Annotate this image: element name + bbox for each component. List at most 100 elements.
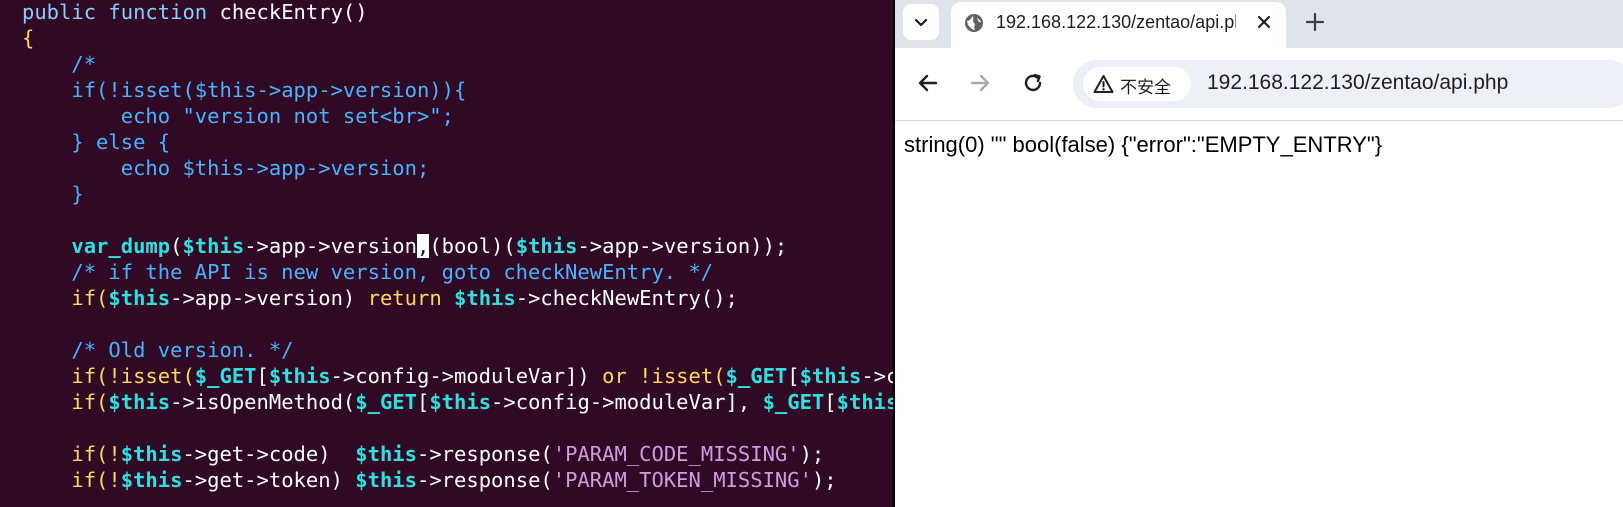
code-token: $this bbox=[120, 442, 183, 466]
plus-icon bbox=[1306, 13, 1324, 31]
code-token: } else { bbox=[22, 130, 171, 154]
code-token: $this bbox=[355, 468, 417, 492]
code-line: { bbox=[22, 25, 893, 51]
close-icon bbox=[1257, 15, 1271, 29]
code-token: or bbox=[602, 364, 640, 388]
code-token: public function bbox=[22, 0, 220, 24]
code-token: ->response( bbox=[416, 442, 553, 466]
forward-button[interactable] bbox=[962, 65, 998, 101]
code-token: /* Old version. */ bbox=[22, 338, 294, 362]
code-token: $this bbox=[355, 442, 417, 466]
code-line: if(!isset($_GET[$this->config->moduleVar… bbox=[22, 363, 893, 389]
code-token: [ bbox=[787, 364, 800, 388]
site-security-chip[interactable]: 不安全 bbox=[1083, 67, 1191, 101]
code-token: ->checkNewEntry(); bbox=[515, 286, 738, 310]
tab-strip: 192.168.122.130/zentao/api.php bbox=[895, 0, 1623, 50]
code-token: checkEntry() bbox=[219, 0, 368, 24]
text-cursor: , bbox=[416, 234, 430, 258]
code-token: { bbox=[22, 26, 35, 50]
code-token: $this bbox=[515, 234, 578, 258]
code-token: $this bbox=[182, 234, 245, 258]
code-token: ->get->token) bbox=[182, 468, 356, 492]
code-token: $_GET bbox=[355, 390, 417, 414]
code-token: $this bbox=[454, 286, 516, 310]
code-token: ); bbox=[811, 468, 837, 492]
code-token: $_GET bbox=[725, 364, 788, 388]
code-token: )){ bbox=[429, 78, 467, 102]
code-line: } else { bbox=[22, 129, 893, 155]
tab-close-button[interactable] bbox=[1251, 9, 1277, 35]
new-tab-button[interactable] bbox=[1299, 6, 1331, 38]
code-line: /* if the API is new version, goto check… bbox=[22, 259, 893, 285]
code-token: echo $this->app->version; bbox=[22, 156, 430, 180]
warning-icon bbox=[1093, 75, 1114, 93]
code-token: var_dump bbox=[71, 234, 171, 258]
tab-active[interactable]: 192.168.122.130/zentao/api.php bbox=[951, 2, 1286, 50]
code-token: ->response( bbox=[416, 468, 553, 492]
reload-icon bbox=[1024, 73, 1042, 92]
not-secure-label: 不安全 bbox=[1120, 78, 1171, 97]
code-token: if(! bbox=[22, 468, 121, 492]
code-token: if( bbox=[22, 390, 109, 414]
code-token: if(!isset( bbox=[22, 78, 195, 102]
code-line: if($this->isOpenMethod($_GET[$this->conf… bbox=[22, 389, 893, 415]
code-token: if(!isset( bbox=[22, 364, 195, 388]
code-token: return bbox=[367, 286, 455, 310]
chevron-down-icon bbox=[914, 18, 928, 27]
code-line: public function checkEntry() bbox=[22, 0, 893, 25]
arrow-left-icon bbox=[918, 74, 938, 92]
code-token: ); bbox=[799, 442, 825, 466]
back-button[interactable] bbox=[910, 65, 946, 101]
page-output-text: string(0) "" bool(false) {"error":"EMPTY… bbox=[904, 132, 1383, 157]
code-line: /* bbox=[22, 51, 893, 77]
code-token: [ bbox=[416, 390, 430, 414]
url-text[interactable]: 192.168.122.130/zentao/api.php bbox=[1207, 71, 1508, 95]
code-line: if(!$this->get->token) $this->response('… bbox=[22, 467, 893, 493]
code-token: (bool)( bbox=[429, 234, 516, 258]
code-token: $this bbox=[120, 468, 183, 492]
code-token: [ bbox=[256, 364, 269, 388]
code-token: ->get->code) bbox=[182, 442, 356, 466]
code-token: ( bbox=[170, 234, 183, 258]
tab-search-button[interactable] bbox=[903, 4, 939, 40]
browser-window: 192.168.122.130/zentao/api.php 不安全 192.1… bbox=[895, 0, 1623, 507]
code-line: if($this->app->version) return $this->ch… bbox=[22, 285, 893, 311]
code-token: ->config->moduleVar]) bbox=[330, 364, 603, 388]
browser-toolbar: 不安全 192.168.122.130/zentao/api.php bbox=[895, 48, 1623, 121]
code-token: $this bbox=[108, 390, 171, 414]
address-bar[interactable]: 不安全 192.168.122.130/zentao/api.php bbox=[1073, 60, 1623, 108]
code-token: if( bbox=[22, 286, 109, 310]
code-token: $this bbox=[268, 364, 331, 388]
globe-icon bbox=[965, 14, 983, 32]
code-token: ->app->version)); bbox=[577, 234, 788, 258]
code-line: echo "version not set<br>"; bbox=[22, 103, 893, 129]
code-line: if(!isset($this->app->version)){ bbox=[22, 77, 893, 103]
code-token: $this bbox=[108, 286, 171, 310]
code-line: var_dump($this->app->version,(bool)($thi… bbox=[22, 233, 893, 259]
code-token: echo "version not set<br>"; bbox=[22, 104, 454, 128]
code-token: ->con bbox=[861, 364, 893, 388]
code-token: 'PARAM_TOKEN_MISSING' bbox=[552, 468, 812, 492]
code-token: ->app->version bbox=[244, 234, 417, 258]
code-token: $_GET bbox=[762, 390, 825, 414]
page-content: string(0) "" bool(false) {"error":"EMPTY… bbox=[895, 121, 1623, 507]
code-token: $this bbox=[799, 364, 862, 388]
code-token: /* bbox=[22, 52, 97, 76]
tab-title: 192.168.122.130/zentao/api.php bbox=[996, 12, 1236, 32]
arrow-right-icon bbox=[970, 74, 990, 92]
code-token: if(! bbox=[22, 442, 121, 466]
code-token: /* if the API is new version, goto check… bbox=[22, 260, 714, 284]
reload-button[interactable] bbox=[1015, 65, 1051, 101]
code-lines: public function checkEntry(){ /* if(!iss… bbox=[22, 0, 893, 493]
code-token: ->isOpenMethod( bbox=[170, 390, 356, 414]
code-line: /* Old version. */ bbox=[22, 337, 893, 363]
code-token: $this bbox=[836, 390, 893, 414]
code-editor[interactable]: public function checkEntry(){ /* if(!iss… bbox=[0, 0, 893, 507]
code-token: } bbox=[22, 182, 84, 206]
code-token: $this->app->version bbox=[194, 78, 430, 102]
code-line: echo $this->app->version; bbox=[22, 155, 893, 181]
code-token: $_GET bbox=[194, 364, 257, 388]
